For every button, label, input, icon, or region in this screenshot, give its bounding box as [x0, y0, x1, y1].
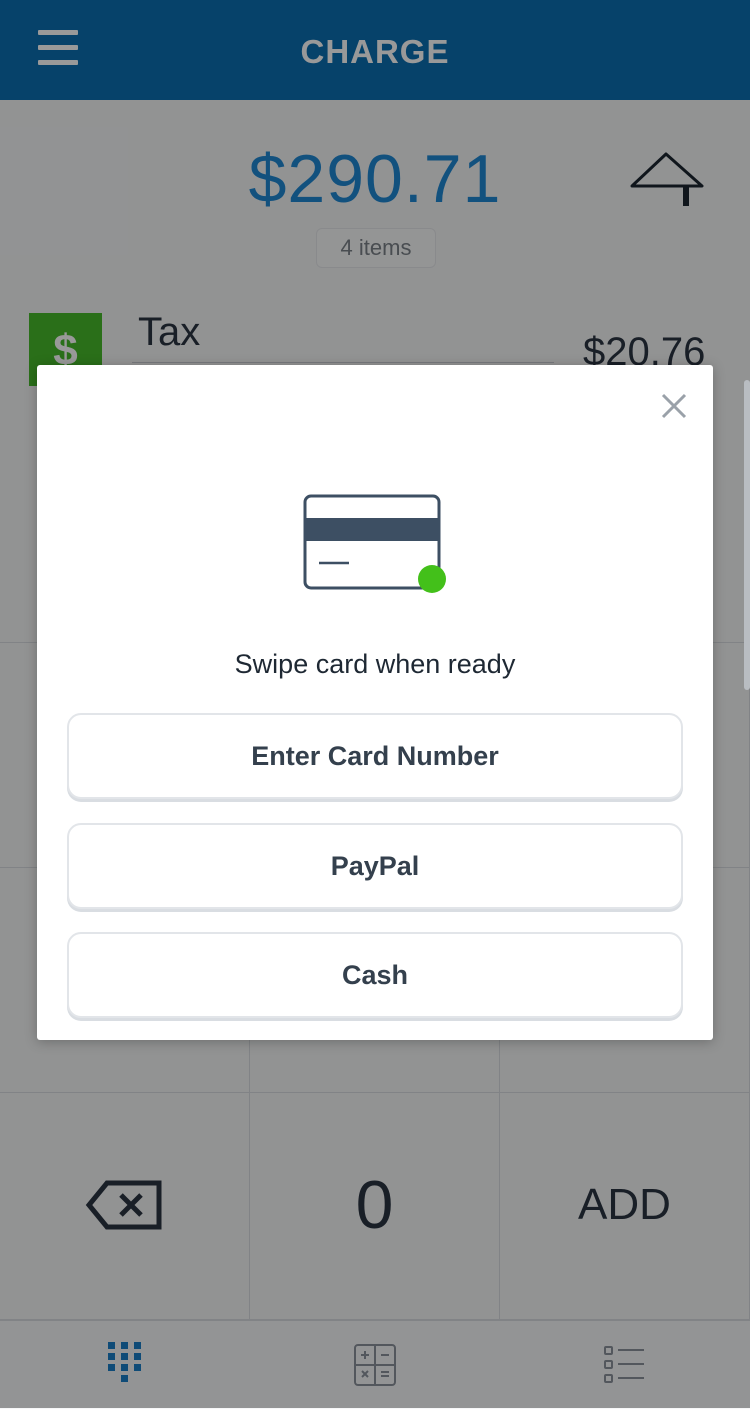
swipe-prompt: Swipe card when ready [234, 649, 516, 679]
scrollbar[interactable] [744, 380, 750, 690]
status-dot-icon [418, 565, 446, 593]
enter-card-number-button[interactable]: Enter Card Number [67, 713, 683, 799]
paypal-button[interactable]: PayPal [67, 823, 683, 909]
payment-method-dialog: Swipe card when ready Enter Card Number … [37, 365, 713, 1040]
card-reader-icon [303, 494, 446, 593]
close-icon[interactable] [657, 389, 691, 423]
cash-button[interactable]: Cash [67, 932, 683, 1018]
